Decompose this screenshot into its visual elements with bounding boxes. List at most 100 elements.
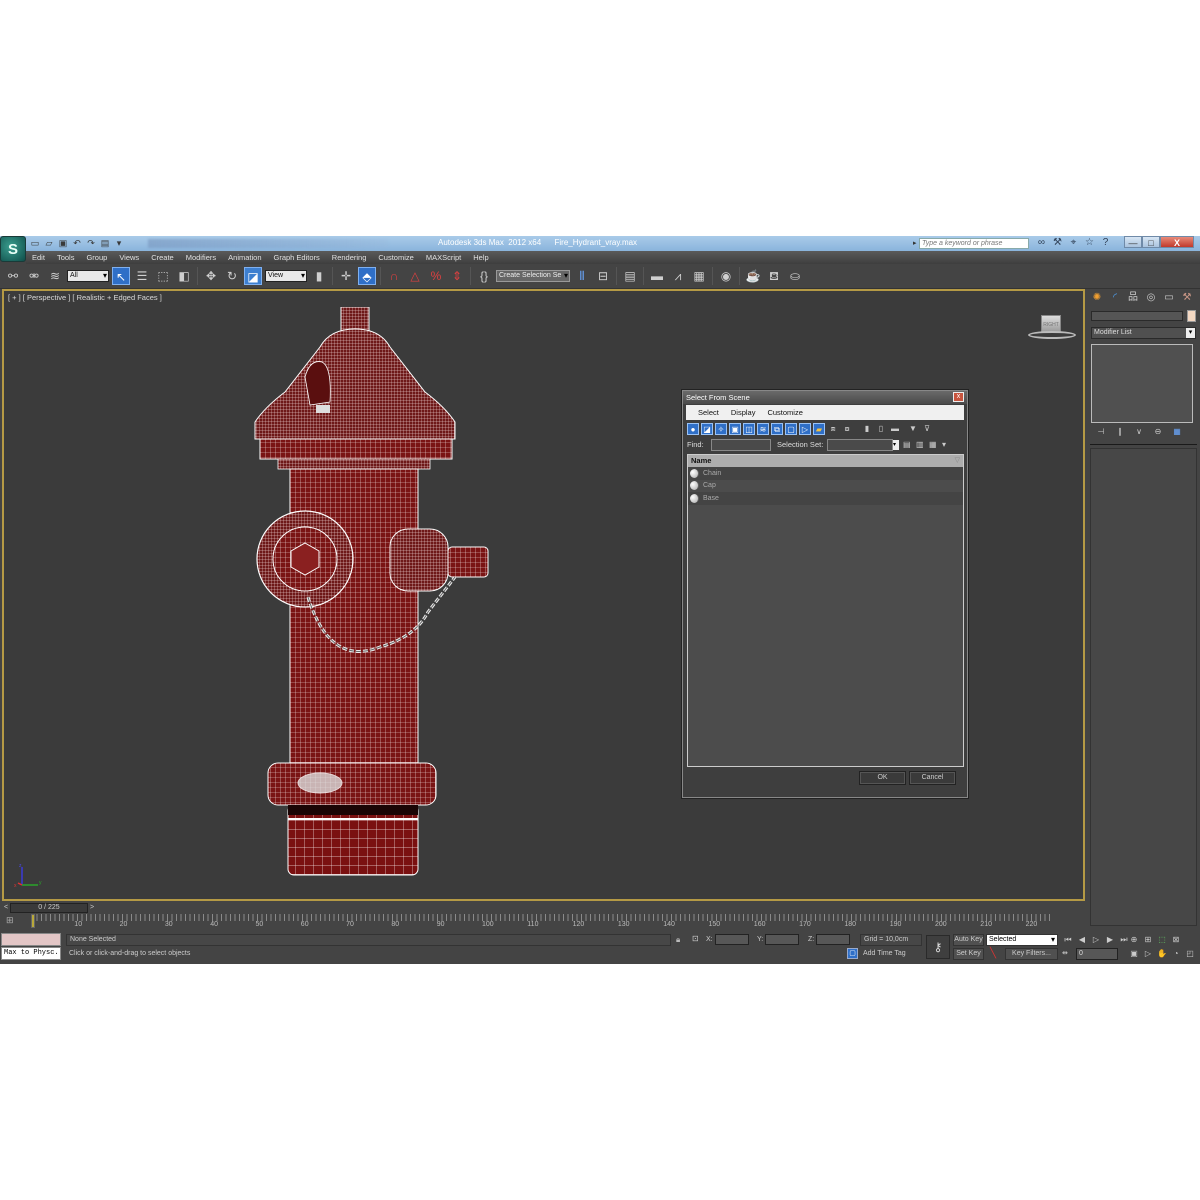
viewport-label[interactable]: [ + ] [ Perspective ] [ Realistic + Edge… [8, 293, 162, 302]
zoom-icon[interactable]: ⊕ [1128, 934, 1140, 946]
current-frame-spinner[interactable]: 0 [1076, 948, 1118, 960]
parameters-rollout-area[interactable] [1090, 448, 1197, 926]
filter-icon[interactable]: ▼ [907, 423, 919, 435]
time-configuration-icon[interactable]: ▣ [1128, 948, 1140, 960]
spinner-snap-icon[interactable]: ⇕ [448, 267, 466, 285]
rendered-frame-window-icon[interactable]: ⛾ [765, 267, 783, 285]
menu-edit[interactable]: Edit [26, 251, 51, 264]
menu-rendering[interactable]: Rendering [326, 251, 373, 264]
time-slider[interactable]: < 0 / 225 > [0, 903, 1085, 913]
maximize-button[interactable]: □ [1142, 236, 1160, 248]
maxscript-listener-input[interactable]: Max to Physc. [1, 947, 61, 960]
mirror-icon[interactable]: ⫴ [573, 267, 591, 285]
pivot-center-icon[interactable]: ▮ [310, 267, 328, 285]
show-end-result-icon[interactable]: ∥ [1114, 427, 1126, 437]
bind-spacewarp-icon[interactable]: ≋ [46, 267, 64, 285]
column-filter-icon[interactable]: ▽ [955, 455, 960, 467]
next-frame-button[interactable]: > [88, 903, 96, 913]
configure-sets-icon[interactable]: ▦ [1171, 427, 1183, 437]
scene-object-row[interactable]: Cap [688, 480, 963, 493]
set-key-button[interactable]: Set Key [953, 948, 984, 960]
field-of-view-icon[interactable]: ▷ [1142, 948, 1154, 960]
selection-filter-dropdown[interactable]: All [67, 270, 109, 282]
time-slider-thumb[interactable]: 0 / 225 [10, 903, 88, 913]
snaps-toggle-icon[interactable]: ∩ [385, 267, 403, 285]
selection-set-dropdown[interactable] [827, 439, 899, 451]
scene-object-list[interactable]: Name ▽ Chain Cap Base [687, 454, 964, 767]
link-icon[interactable]: ⚯ [4, 267, 22, 285]
zoom-extents-icon[interactable]: ⬚ [1156, 934, 1168, 946]
dropdown-icon[interactable]: ▾ [114, 238, 124, 248]
window-crossing-icon[interactable]: ◧ [175, 267, 193, 285]
project-folder-icon[interactable]: ▤ [100, 238, 110, 248]
menu-tools[interactable]: Tools [51, 251, 81, 264]
name-column-header[interactable]: Name ▽ [688, 455, 963, 467]
display-cameras-icon[interactable]: ▣ [729, 423, 741, 435]
display-groups-icon[interactable]: ⧉ [771, 423, 783, 435]
reference-coord-dropdown[interactable]: View [265, 270, 307, 282]
select-all-icon[interactable]: ▤ [903, 439, 913, 451]
help-icon[interactable]: ? [1100, 237, 1111, 249]
display-lights-icon[interactable]: ✧ [715, 423, 727, 435]
find-input[interactable] [711, 439, 771, 451]
next-frame-icon[interactable]: ▶ [1104, 934, 1116, 946]
schematic-view-icon[interactable]: ▦ [690, 267, 708, 285]
display-hidden-icon[interactable]: ⧇ [841, 423, 853, 435]
dialog-menu-display[interactable]: Display [725, 405, 762, 420]
select-move-icon[interactable]: ✥ [202, 267, 220, 285]
display-tab-icon[interactable]: ▭ [1162, 291, 1176, 305]
layer-manager-icon[interactable]: ▤ [621, 267, 639, 285]
wrench-icon[interactable]: ⚒ [1052, 237, 1063, 249]
menu-create[interactable]: Create [145, 251, 180, 264]
zoom-extents-all-icon[interactable]: ⊠ [1170, 934, 1182, 946]
pan-view-icon[interactable]: ✋ [1156, 948, 1168, 960]
open-file-icon[interactable]: ▱ [44, 238, 54, 248]
binoculars-icon[interactable]: ∞ [1036, 237, 1047, 249]
select-scale-icon[interactable]: ◪ [244, 267, 262, 285]
remove-modifier-icon[interactable]: ⊖ [1152, 427, 1164, 437]
angle-snap-icon[interactable]: △ [406, 267, 424, 285]
add-time-tag[interactable]: Add Time Tag [860, 948, 922, 960]
zoom-all-icon[interactable]: ⊞ [1142, 934, 1154, 946]
x-coord-input[interactable] [714, 934, 749, 945]
display-bones-icon[interactable]: ▷ [799, 423, 811, 435]
hierarchy-tab-icon[interactable]: 品 [1126, 291, 1140, 305]
menu-modifiers[interactable]: Modifiers [180, 251, 222, 264]
open-mini-curve-editor-icon[interactable]: ⊞ [6, 915, 20, 928]
satellite-icon[interactable]: ⌖ [1068, 237, 1079, 249]
curve-editor-icon[interactable]: ⩘ [669, 267, 687, 285]
modifier-stack[interactable] [1091, 344, 1193, 423]
default-in-out-tangent-icon[interactable]: ╲ [990, 948, 1002, 960]
select-by-name-icon[interactable]: ☰ [133, 267, 151, 285]
display-containers-icon[interactable]: ▰ [813, 423, 825, 435]
prev-frame-button[interactable]: < [2, 903, 10, 913]
named-selection-dropdown[interactable]: Create Selection Se [496, 270, 570, 282]
play-icon[interactable]: ▷ [1090, 934, 1102, 946]
app-logo-button[interactable]: S [0, 236, 26, 262]
viewcube[interactable]: RIGHT [1028, 315, 1078, 345]
menu-animation[interactable]: Animation [222, 251, 267, 264]
minimize-button[interactable]: — [1124, 236, 1142, 248]
undo-icon[interactable]: ↶ [72, 238, 82, 248]
dialog-menu-customize[interactable]: Customize [761, 405, 808, 420]
percent-snap-icon[interactable]: % [427, 267, 445, 285]
keyboard-shortcut-override-icon[interactable]: ⬘ [358, 267, 376, 285]
menu-help[interactable]: Help [467, 251, 494, 264]
render-production-icon[interactable]: ⛀ [786, 267, 804, 285]
display-frozen-icon[interactable]: ⧈ [827, 423, 839, 435]
dialog-close-button[interactable]: x [953, 392, 964, 402]
display-helpers-icon[interactable]: ◫ [743, 423, 755, 435]
display-invert-icon[interactable]: ▬ [889, 423, 901, 435]
display-geometry-icon[interactable]: ● [687, 423, 699, 435]
select-none-icon[interactable]: ▥ [916, 439, 926, 451]
new-file-icon[interactable]: ▭ [30, 238, 40, 248]
object-color-swatch[interactable] [1187, 310, 1196, 322]
cancel-button[interactable]: Cancel [909, 771, 956, 785]
menu-graph-editors[interactable]: Graph Editors [268, 251, 326, 264]
display-all-icon[interactable]: ▮ [861, 423, 873, 435]
display-spacewarps-icon[interactable]: ≋ [757, 423, 769, 435]
align-icon[interactable]: ⊟ [594, 267, 612, 285]
orbit-icon[interactable]: ◔ [1170, 948, 1182, 960]
modifier-list-dropdown[interactable]: Modifier List [1091, 327, 1196, 339]
current-frame-marker[interactable] [31, 914, 35, 928]
